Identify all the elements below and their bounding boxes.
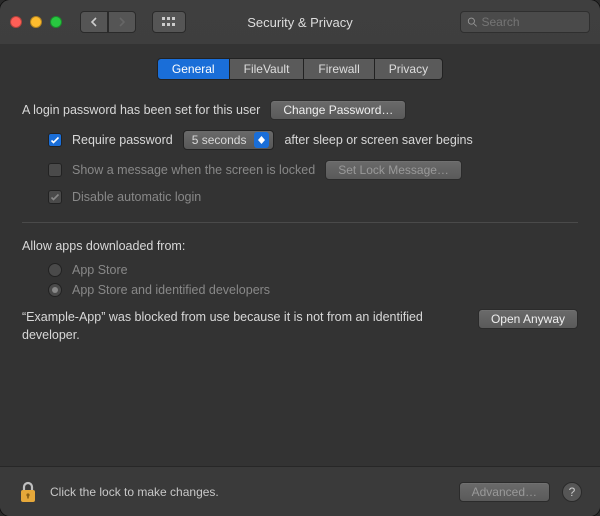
radio-app-store-label: App Store [72, 263, 128, 277]
grid-icon [162, 17, 176, 27]
close-icon[interactable] [10, 16, 22, 28]
show-message-checkbox [48, 163, 62, 177]
forward-button [108, 11, 136, 33]
change-password-button[interactable]: Change Password… [270, 100, 406, 120]
require-password-checkbox[interactable] [48, 133, 62, 147]
radio-app-store [48, 263, 62, 277]
search-icon [467, 16, 478, 28]
lock-text: Click the lock to make changes. [50, 485, 447, 499]
require-password-label: Require password [72, 133, 173, 147]
prefs-window: Security & Privacy General FileVault Fir… [0, 0, 600, 516]
radio-identified-developers [48, 283, 62, 297]
general-panel: A login password has been set for this u… [22, 100, 578, 344]
stepper-icon [254, 132, 269, 148]
chevron-right-icon [118, 17, 126, 27]
delay-value: 5 seconds [192, 133, 247, 147]
help-button[interactable]: ? [562, 482, 582, 502]
nav-buttons [80, 11, 136, 33]
tab-firewall[interactable]: Firewall [304, 58, 374, 80]
lock-icon[interactable] [18, 480, 38, 504]
delay-select[interactable]: 5 seconds [183, 130, 275, 150]
minimize-icon[interactable] [30, 16, 42, 28]
show-message-label: Show a message when the screen is locked [72, 163, 315, 177]
downloads-heading: Allow apps downloaded from: [22, 239, 185, 253]
disable-auto-login-label: Disable automatic login [72, 190, 201, 204]
divider [22, 222, 578, 223]
tab-general[interactable]: General [157, 58, 230, 80]
tab-privacy[interactable]: Privacy [375, 58, 443, 80]
after-sleep-text: after sleep or screen saver begins [284, 133, 472, 147]
tab-bar: General FileVault Firewall Privacy [22, 58, 578, 80]
tab-filevault[interactable]: FileVault [230, 58, 305, 80]
check-icon [50, 135, 60, 145]
advanced-button[interactable]: Advanced… [459, 482, 550, 502]
search-field[interactable] [460, 11, 590, 33]
disable-auto-login-checkbox [48, 190, 62, 204]
footer: Click the lock to make changes. Advanced… [0, 466, 600, 516]
password-set-text: A login password has been set for this u… [22, 103, 260, 117]
check-icon [50, 192, 60, 202]
titlebar: Security & Privacy [0, 0, 600, 44]
window-controls [10, 16, 62, 28]
search-input[interactable] [482, 15, 584, 29]
set-lock-message-button: Set Lock Message… [325, 160, 462, 180]
blocked-app-text: “Example-App” was blocked from use becau… [22, 309, 466, 344]
chevron-left-icon [90, 17, 98, 27]
show-all-button[interactable] [152, 11, 186, 33]
open-anyway-button[interactable]: Open Anyway [478, 309, 578, 329]
content-pane: General FileVault Firewall Privacy A log… [0, 44, 600, 466]
radio-identified-label: App Store and identified developers [72, 283, 270, 297]
back-button[interactable] [80, 11, 108, 33]
zoom-icon[interactable] [50, 16, 62, 28]
